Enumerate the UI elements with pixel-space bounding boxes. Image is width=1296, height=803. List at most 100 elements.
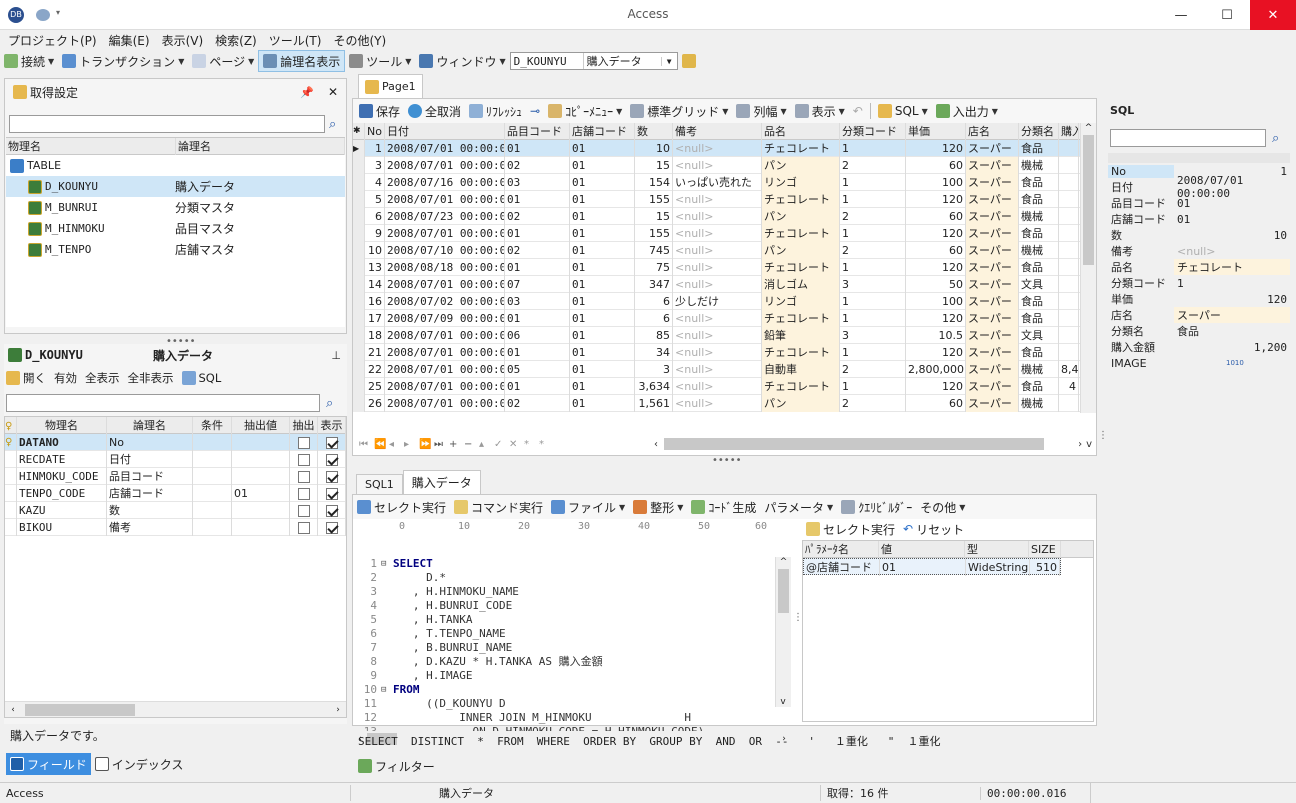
nav-cancel-icon[interactable]: ✕ <box>509 439 524 450</box>
grid-cell[interactable]: パン <box>762 208 840 225</box>
grid-cell[interactable]: 16 <box>365 293 385 310</box>
record-search-input[interactable] <box>1110 129 1266 147</box>
record-row[interactable]: 店名 スーパー <box>1108 307 1290 323</box>
param-col-value[interactable]: 値 <box>879 540 965 558</box>
record-row[interactable]: IMAGE 1010 <box>1108 355 1290 371</box>
col-logical-header[interactable]: 論理名 <box>176 137 345 155</box>
field-cond[interactable] <box>193 451 232 468</box>
field-cond[interactable] <box>193 468 232 485</box>
format-button[interactable]: 整形 ▼ <box>629 496 687 518</box>
tab-sql1[interactable]: SQL1 <box>356 474 403 494</box>
grid-cell[interactable]: スーパー <box>966 378 1019 395</box>
display-button[interactable]: 表示 ▼ <box>791 100 849 122</box>
grid-cell[interactable]: 85 <box>635 327 673 344</box>
grid-cell[interactable]: 4 <box>1059 378 1079 395</box>
nav-prev-icon[interactable]: ◂ <box>389 439 404 450</box>
grid-cell[interactable]: 01 <box>570 327 635 344</box>
record-row[interactable]: 分類コード 1 <box>1108 275 1290 291</box>
grid-col-header[interactable]: 店名 <box>966 123 1019 140</box>
grid-cell[interactable]: スーパー <box>966 225 1019 242</box>
grid-cell[interactable]: 120 <box>906 378 966 395</box>
grid-cell[interactable]: スーパー <box>966 191 1019 208</box>
grid-cell[interactable]: 01 <box>570 140 635 157</box>
grid-cell[interactable]: 2008/07/01 00:00:00 <box>385 276 505 293</box>
field-hscrollbar[interactable]: ‹ › <box>5 701 346 717</box>
grid-cell[interactable]: 15 <box>635 208 673 225</box>
grid-cell[interactable]: 鉛筆 <box>762 327 840 344</box>
grid-cell[interactable]: <null> <box>673 276 762 293</box>
nav-insert-icon[interactable]: + <box>449 439 464 450</box>
tools-button[interactable]: ツール ▼ <box>345 50 415 72</box>
minimize-button[interactable]: — <box>1158 0 1204 30</box>
grid-cell[interactable]: 3 <box>365 157 385 174</box>
grid-cell[interactable]: 60 <box>906 242 966 259</box>
grid-cell[interactable]: 100 <box>906 293 966 310</box>
grid-cell[interactable]: 01 <box>570 344 635 361</box>
grid-cell[interactable]: 3 <box>840 276 906 293</box>
grid-row[interactable]: 21 2008/07/01 00:00:00 01 01 34 <null> チェコレート 1… <box>353 344 1080 361</box>
grid-cell[interactable]: 1 <box>840 140 906 157</box>
field-col-value[interactable]: 抽出値 <box>232 416 290 434</box>
col-physical-header[interactable]: 物理名 <box>6 137 176 155</box>
field-search-input[interactable] <box>6 394 320 412</box>
record-row[interactable]: 数 10 <box>1108 227 1290 243</box>
extract-checkbox[interactable] <box>297 471 310 483</box>
grid-cell[interactable] <box>1059 157 1079 174</box>
grid-cell[interactable]: 01 <box>570 191 635 208</box>
grid-cell[interactable]: 機械 <box>1019 242 1059 259</box>
pin-icon[interactable]: 📌 <box>300 86 314 99</box>
record-row[interactable]: 品目コード 01 <box>1108 195 1290 211</box>
grid-cell[interactable]: 01 <box>505 225 570 242</box>
tab-field[interactable]: フィールド <box>6 753 91 775</box>
table-selector[interactable]: D_KOUNYU 購入データ ▼ <box>509 52 678 70</box>
grid-cell[interactable]: パン <box>762 242 840 259</box>
grid-row[interactable]: 26 2008/07/01 00:00:00 02 01 1,561 <null> パン 2 6… <box>353 395 1080 412</box>
param-type[interactable]: WideString <box>966 559 1030 576</box>
record-row[interactable]: 購入金額 1,200 <box>1108 339 1290 355</box>
window-button[interactable]: ウィンドウ ▼ <box>415 50 509 72</box>
grid-cell[interactable]: スーパー <box>966 327 1019 344</box>
grid-cell[interactable]: 01 <box>505 191 570 208</box>
grid-cell[interactable]: 01 <box>570 293 635 310</box>
scroll-thumb[interactable] <box>25 703 135 716</box>
grid-cell[interactable]: 03 <box>505 293 570 310</box>
grid-cell[interactable]: 01 <box>570 225 635 242</box>
grid-cell[interactable]: 1 <box>840 259 906 276</box>
grid-cell[interactable]: パン <box>762 157 840 174</box>
field-value[interactable] <box>232 468 290 485</box>
filter-button[interactable]: フィルター <box>358 756 435 776</box>
field-row[interactable]: HINMOKU_CODE 品目コード <box>5 468 346 485</box>
show-checkbox[interactable] <box>325 505 338 517</box>
show-checkbox[interactable] <box>325 488 338 500</box>
grid-cell[interactable]: 01 <box>570 208 635 225</box>
field-row[interactable]: ♀ DATANO No <box>5 434 346 451</box>
grid-row[interactable]: 25 2008/07/01 00:00:00 01 01 3,634 <null> チェコレ… <box>353 378 1080 395</box>
grid-cell[interactable]: 1,561 <box>635 395 673 412</box>
grid-cell[interactable]: 2 <box>840 208 906 225</box>
field-row[interactable]: BIKOU 備考 <box>5 519 346 536</box>
grid-cell[interactable]: 2008/07/01 00:00:00 <box>385 361 505 378</box>
grid-cell[interactable]: 6 <box>365 208 385 225</box>
grid-cell[interactable]: 26 <box>365 395 385 412</box>
tab-kounyu[interactable]: 購入データ <box>402 470 481 494</box>
enable-button[interactable]: 有効 <box>54 370 77 386</box>
copy-menu-button[interactable]: ｺﾋﾟｰﾒﾆｭｰ ▼ <box>544 100 626 122</box>
grid-cell[interactable]: スーパー <box>966 157 1019 174</box>
grid-cell[interactable]: 25 <box>365 378 385 395</box>
grid-cell[interactable]: 120 <box>906 310 966 327</box>
field-col-extract[interactable]: 抽出 <box>290 416 318 434</box>
page-button[interactable]: ページ ▼ <box>188 50 258 72</box>
grid-cell[interactable]: 食品 <box>1019 191 1059 208</box>
command-execute-button[interactable]: コマンド実行 <box>450 496 547 518</box>
field-col-physical[interactable]: 物理名 <box>17 416 107 434</box>
grid-cell[interactable]: 01 <box>570 259 635 276</box>
grid-cell[interactable] <box>1059 191 1079 208</box>
refresh-button[interactable]: ﾘﾌﾚｯｼｭ <box>465 100 526 122</box>
extract-checkbox[interactable] <box>297 505 310 517</box>
grid-cell[interactable]: 01 <box>570 361 635 378</box>
grid-cell[interactable]: 2008/07/16 00:00:00 <box>385 174 505 191</box>
grid-cell[interactable]: 1 <box>840 293 906 310</box>
grid-cell[interactable] <box>1059 208 1079 225</box>
grid-cell[interactable]: いっぱい売れた <box>673 174 762 191</box>
grid-cell[interactable]: 3 <box>840 327 906 344</box>
